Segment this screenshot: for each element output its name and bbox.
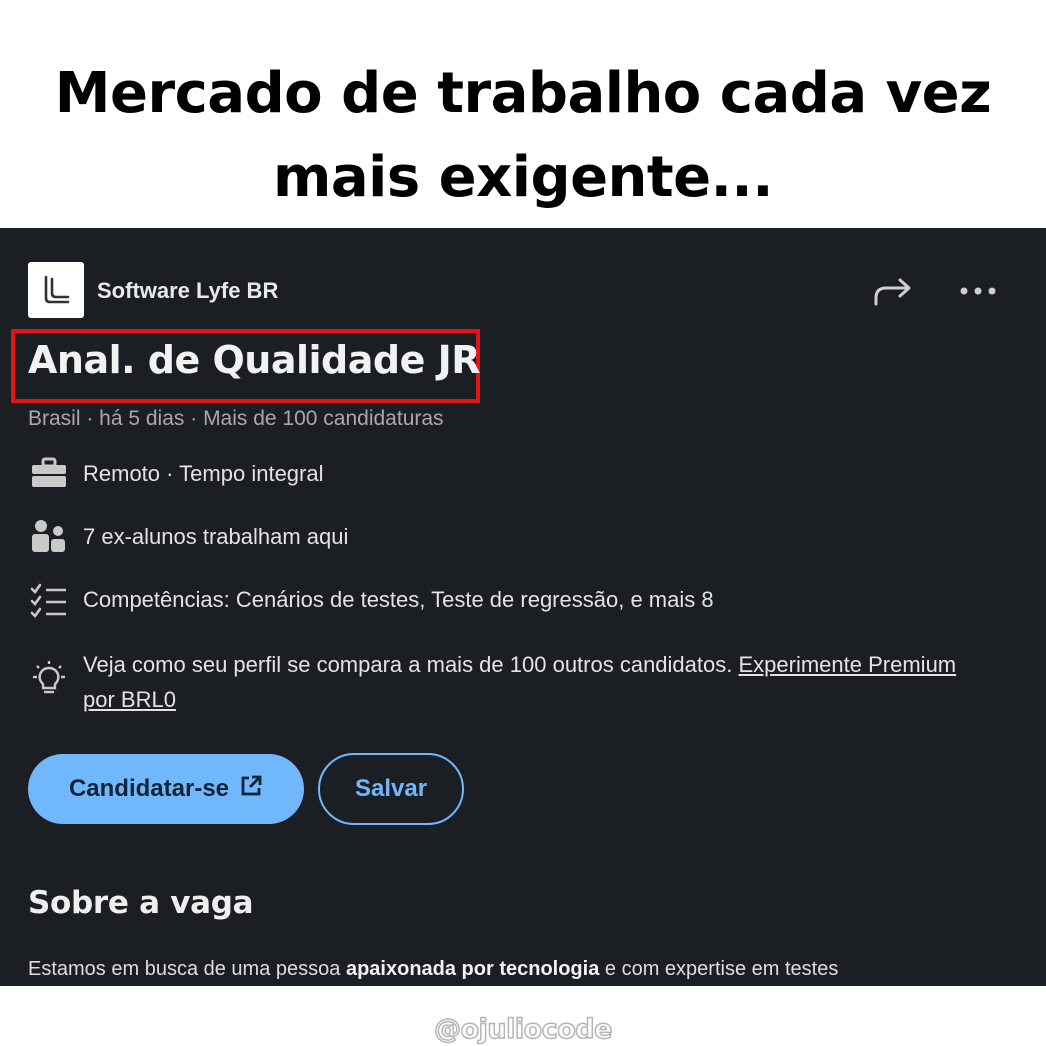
lightbulb-icon <box>30 660 68 698</box>
apply-button-label: Candidatar-se <box>68 775 230 802</box>
watermark: @ojuliocode <box>433 1013 613 1046</box>
company-logo-icon[interactable] <box>28 262 84 318</box>
desc-bold: apaixonada por tecnologia <box>345 958 600 980</box>
work-type-text: Remoto · Tempo integral <box>83 461 324 486</box>
job-title[interactable]: Anal. de Qualidade JR <box>28 338 481 382</box>
alumni-text[interactable]: 7 ex-alunos trabalham aqui <box>83 524 348 550</box>
briefcase-icon <box>30 456 68 494</box>
desc-end: e com expertise em testes <box>604 958 839 980</box>
meme-caption: Mercado de trabalho cada vez mais exigen… <box>0 52 1046 220</box>
share-arrow-icon[interactable] <box>872 274 916 308</box>
job-description: Estamos em busca de uma pessoa apaixonad… <box>28 958 838 981</box>
job-posting-card: Software Lyfe BR Anal. de Qualidade JR B… <box>0 228 1046 986</box>
checklist-icon <box>30 582 68 620</box>
people-icon <box>30 518 68 556</box>
external-link-icon <box>239 774 263 805</box>
save-button[interactable]: Salvar <box>318 753 464 825</box>
section-title: Sobre a vaga <box>28 885 254 921</box>
more-options-icon[interactable] <box>956 280 1000 302</box>
apply-button[interactable]: Candidatar-se <box>28 754 304 824</box>
meme-caption-line-1: Mercado de trabalho cada vez <box>54 61 992 126</box>
company-name-link[interactable]: Software Lyfe BR <box>97 278 278 304</box>
meme-caption-line-2: mais exigente... <box>273 145 773 210</box>
insight-text: Veja como seu perfil se compara a mais d… <box>83 652 733 677</box>
job-meta: Brasil · há 5 dias · Mais de 100 candida… <box>28 407 444 430</box>
insight-text-block: Veja como seu perfil se compara a mais d… <box>83 647 993 717</box>
skills-text[interactable]: Competências: Cenários de testes, Teste … <box>83 587 714 613</box>
desc-start: Estamos em busca de uma pessoa <box>28 958 341 980</box>
